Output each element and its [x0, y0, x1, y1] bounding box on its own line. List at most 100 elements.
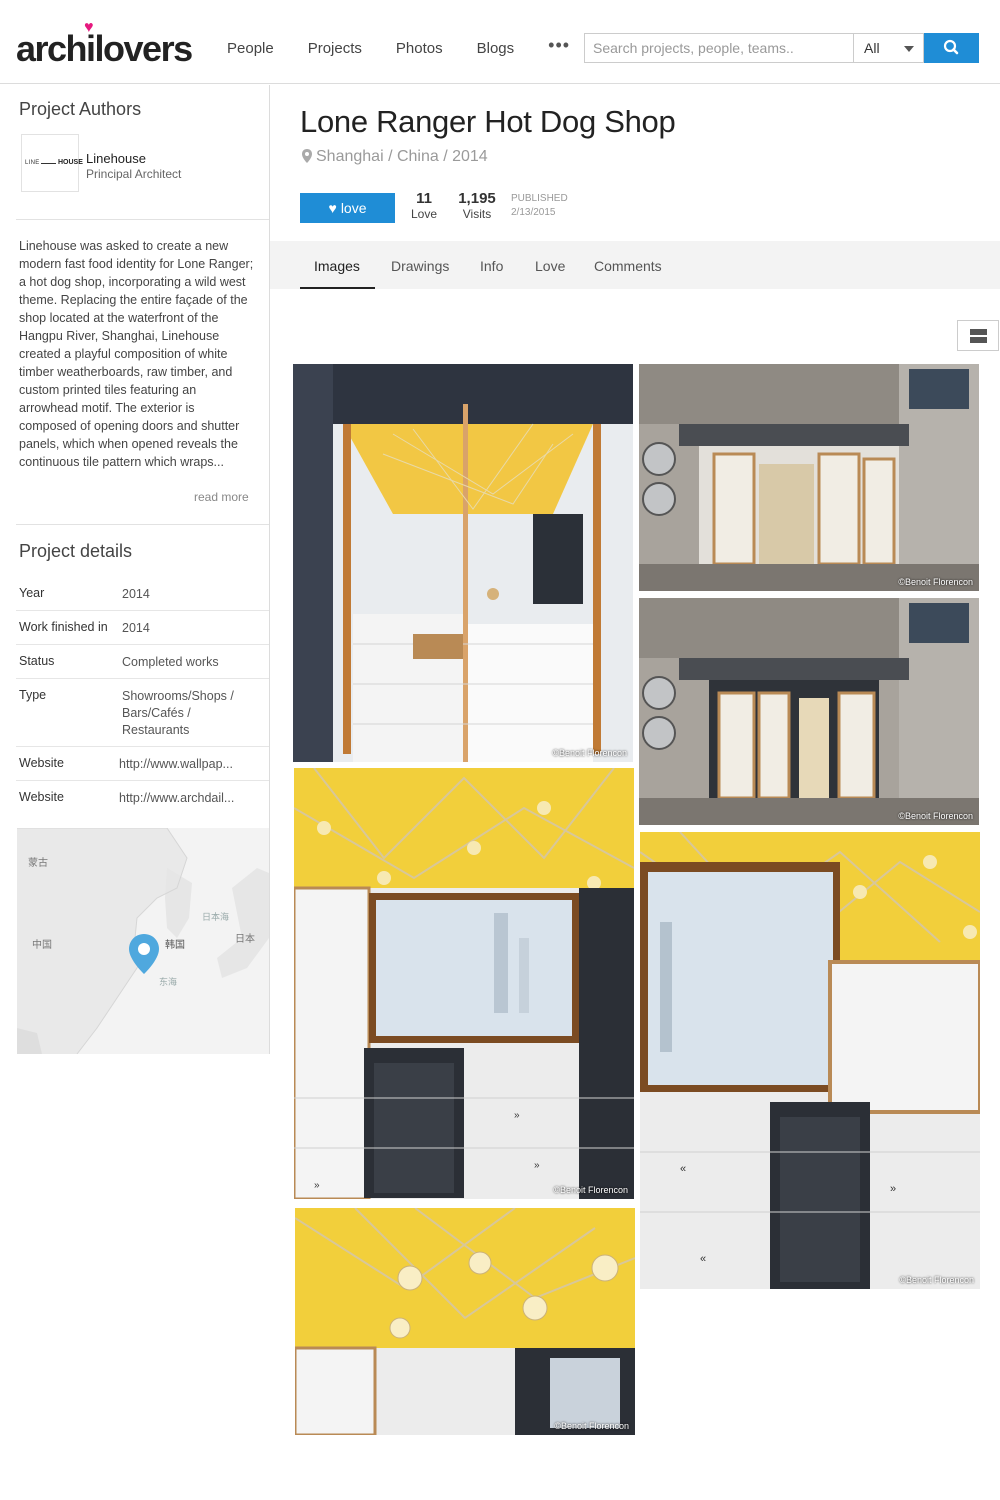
photo-image	[295, 1208, 635, 1435]
grid-view-toggle[interactable]	[957, 320, 999, 351]
love-label: Love	[410, 207, 438, 221]
row-divider	[16, 678, 269, 679]
published-info: PUBLISHED 2/13/2015	[511, 192, 568, 220]
tab-info[interactable]: Info	[480, 258, 503, 274]
location-map[interactable]: 蒙古 中国 韩国 日本 日本海 东海	[17, 828, 269, 1054]
detail-value: Showrooms/Shops / Bars/Cafés / Restauran…	[122, 689, 234, 737]
heart-icon: ♥	[328, 200, 337, 216]
visits-stat: 1,195 Visits	[454, 190, 500, 221]
detail-value: Completed works	[122, 655, 219, 669]
project-photo[interactable]: ©Benoit Florencon	[639, 364, 979, 591]
detail-value: 2014	[122, 621, 150, 635]
map-label-mongolia: 蒙古	[28, 858, 48, 869]
main-nav: People Projects Photos Blogs •••	[210, 35, 587, 57]
map-label-japan: 日本	[235, 934, 255, 945]
layout-icon-top	[970, 329, 987, 335]
author-name[interactable]: Linehouse	[86, 151, 146, 166]
tab-love[interactable]: Love	[535, 258, 565, 274]
map-label-east-sea: 东海	[159, 977, 178, 987]
svg-text:»: »	[534, 1160, 540, 1171]
tab-images[interactable]: Images	[314, 258, 360, 274]
project-tabs: Images Drawings Info Love Comments	[270, 241, 1000, 289]
svg-text:»: »	[314, 1180, 320, 1191]
nav-blogs[interactable]: Blogs	[477, 40, 515, 57]
published-label: PUBLISHED	[511, 193, 568, 204]
author-logo-dash	[41, 163, 56, 164]
visits-count: 1,195	[458, 190, 496, 207]
logo-heart-icon: ♥	[84, 19, 94, 36]
site-header: archilovers ♥ People Projects Photos Blo…	[0, 0, 1000, 84]
visits-label: Visits	[462, 207, 492, 221]
love-count: 11	[416, 190, 432, 207]
author-logo-text-right: HOUSE	[58, 159, 83, 166]
more-menu-icon[interactable]: •••	[548, 35, 570, 57]
row-divider	[16, 644, 269, 645]
project-location: Shanghai / China / 2014	[302, 148, 488, 166]
search-icon	[943, 39, 959, 55]
project-photo[interactable]: ©Benoit Florencon	[639, 598, 979, 825]
map-pin-icon[interactable]	[127, 933, 161, 975]
project-photo[interactable]: » » » ©Benoit Florencon	[294, 768, 634, 1199]
project-photo[interactable]: « » « ©Benoit Florencon	[640, 832, 980, 1289]
love-stat: 11 Love	[408, 190, 440, 221]
row-divider	[16, 780, 269, 781]
site-logo[interactable]: archilovers ♥	[16, 19, 193, 70]
svg-text:«: «	[700, 1253, 706, 1265]
love-button[interactable]: ♥ love	[300, 193, 395, 223]
photo-image	[639, 598, 979, 825]
search-button[interactable]	[924, 33, 979, 63]
detail-value: 2014	[122, 587, 150, 601]
website-link[interactable]: http://www.archdail...	[119, 790, 254, 807]
nav-people[interactable]: People	[227, 40, 274, 57]
photo-credit: ©Benoit Florencon	[553, 1185, 628, 1195]
photo-credit: ©Benoit Florencon	[554, 1421, 629, 1431]
divider	[16, 524, 269, 525]
detail-key: Website	[19, 756, 64, 770]
photo-image: « » «	[640, 832, 980, 1289]
row-divider	[16, 746, 269, 747]
row-divider	[16, 610, 269, 611]
map-label-sea-of-japan: 日本海	[202, 912, 230, 922]
tab-drawings[interactable]: Drawings	[391, 258, 449, 274]
chevron-down-icon	[904, 46, 914, 52]
map-label-korea: 韩国	[165, 940, 185, 951]
author-logo[interactable]: LINE HOUSE	[21, 134, 83, 192]
photo-credit: ©Benoit Florencon	[899, 1275, 974, 1285]
read-more-link[interactable]: read more	[194, 490, 249, 504]
photo-credit: ©Benoit Florencon	[552, 748, 627, 758]
project-details-title: Project details	[19, 541, 133, 561]
project-description: Linehouse was asked to create a new mode…	[19, 239, 254, 469]
detail-key: Type	[19, 688, 47, 702]
search-filter-select[interactable]: All	[853, 33, 924, 63]
nav-photos[interactable]: Photos	[396, 40, 443, 57]
active-tab-indicator	[300, 287, 375, 289]
website-link[interactable]: http://www.wallpap...	[119, 756, 254, 773]
tab-comments[interactable]: Comments	[594, 258, 662, 274]
divider	[16, 219, 269, 220]
search-input[interactable]	[584, 33, 853, 63]
project-photo[interactable]: ©Benoit Florencon	[295, 1208, 635, 1435]
author-logo-text-left: LINE	[25, 160, 40, 166]
photo-image	[293, 364, 633, 762]
author-role: Principal Architect	[86, 167, 182, 181]
detail-key: Work finished in	[19, 620, 108, 634]
nav-projects[interactable]: Projects	[308, 40, 362, 57]
project-photo[interactable]: ©Benoit Florencon	[293, 364, 633, 762]
location-pin-icon	[302, 149, 312, 163]
love-button-label: love	[340, 200, 367, 216]
project-authors-title: Project Authors	[19, 99, 142, 119]
photo-image	[639, 364, 979, 591]
sidebar-divider	[269, 85, 270, 1054]
project-location-text: Shanghai / China / 2014	[316, 148, 488, 165]
map-label-china: 中国	[32, 940, 52, 951]
photo-credit: ©Benoit Florencon	[898, 811, 973, 821]
photo-credit: ©Benoit Florencon	[898, 577, 973, 587]
svg-text:»: »	[514, 1110, 520, 1121]
photo-image: » » »	[294, 768, 634, 1199]
detail-key: Website	[19, 790, 64, 804]
published-date: 2/13/2015	[511, 207, 556, 218]
project-title: Lone Ranger Hot Dog Shop	[300, 104, 676, 139]
layout-icon-bottom	[970, 337, 987, 343]
detail-key: Year	[19, 586, 45, 600]
search-filter-value: All	[864, 40, 880, 56]
